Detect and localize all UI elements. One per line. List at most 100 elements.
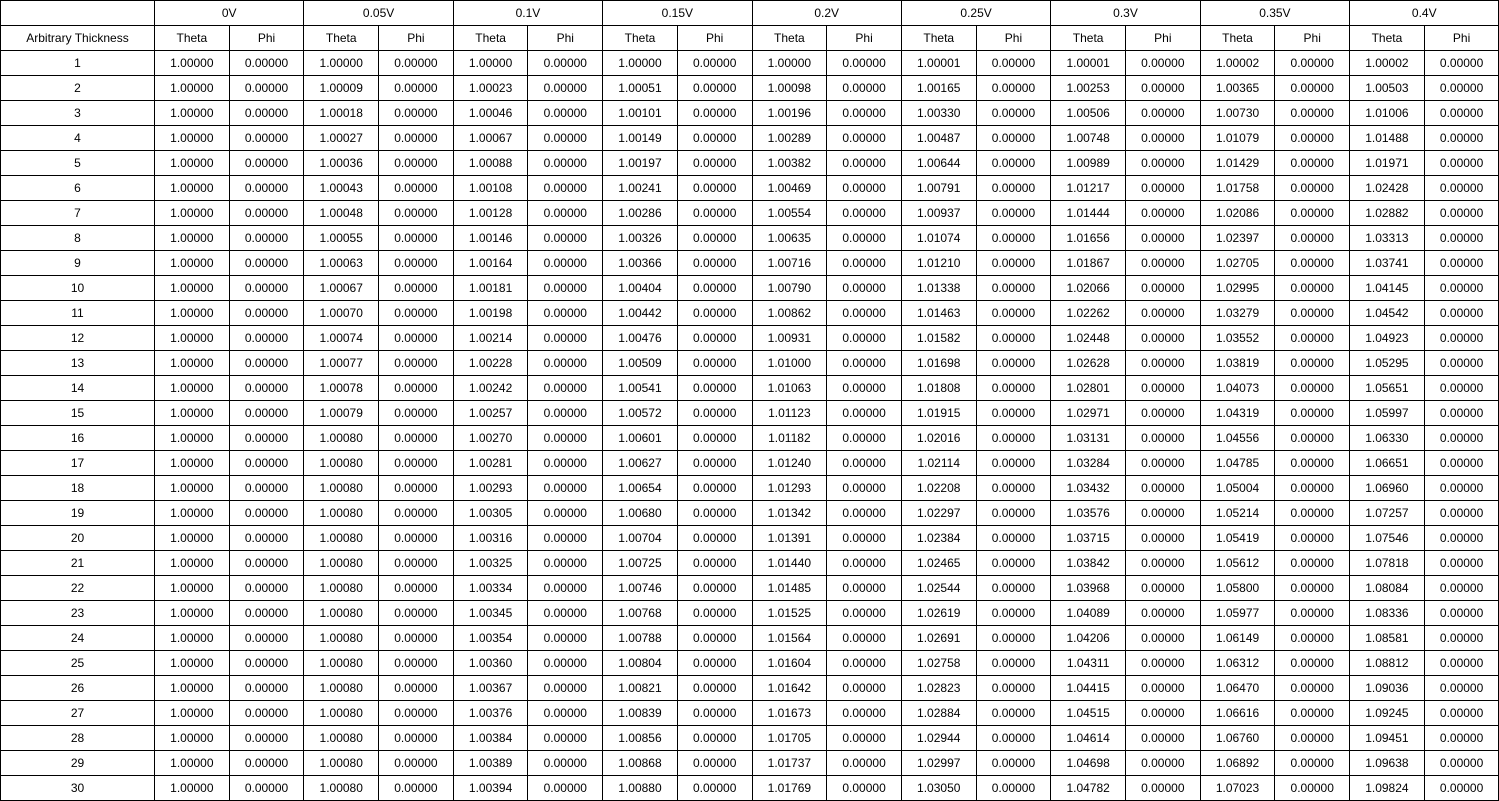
data-cell: 1.01485: [752, 576, 827, 601]
sub-header-phi: Phi: [528, 26, 603, 51]
data-cell: 1.01079: [1200, 126, 1275, 151]
row-id-cell: 15: [1, 401, 155, 426]
data-cell: 0.00000: [976, 426, 1051, 451]
row-id-cell: 19: [1, 501, 155, 526]
data-cell: 0.00000: [229, 226, 304, 251]
data-cell: 1.03842: [1051, 551, 1126, 576]
data-cell: 1.08812: [1350, 651, 1425, 676]
table-row: 181.000000.000001.000800.000001.002930.0…: [1, 476, 1499, 501]
data-cell: 1.01867: [1051, 251, 1126, 276]
data-cell: 0.00000: [1125, 126, 1200, 151]
data-cell: 1.02448: [1051, 326, 1126, 351]
data-cell: 1.00366: [603, 251, 678, 276]
data-cell: 1.00196: [752, 101, 827, 126]
data-cell: 0.00000: [677, 576, 752, 601]
voltage-header: 0.35V: [1200, 1, 1349, 26]
row-id-cell: 24: [1, 626, 155, 651]
sub-header-theta: Theta: [304, 26, 379, 51]
table-row: 301.000000.000001.000800.000001.003940.0…: [1, 776, 1499, 801]
data-cell: 1.00000: [155, 701, 230, 726]
data-cell: 1.00000: [155, 76, 230, 101]
row-id-cell: 6: [1, 176, 155, 201]
data-cell: 0.00000: [528, 176, 603, 201]
data-cell: 1.01429: [1200, 151, 1275, 176]
data-cell: 1.00000: [155, 726, 230, 751]
data-cell: 1.09451: [1350, 726, 1425, 751]
data-cell: 1.00001: [1051, 51, 1126, 76]
data-cell: 1.00070: [304, 301, 379, 326]
data-cell: 0.00000: [528, 201, 603, 226]
data-cell: 0.00000: [379, 776, 454, 801]
data-cell: 1.00242: [453, 376, 528, 401]
table-row: 121.000000.000001.000740.000001.002140.0…: [1, 326, 1499, 351]
data-cell: 1.01293: [752, 476, 827, 501]
data-cell: 0.00000: [1125, 651, 1200, 676]
data-cell: 0.00000: [827, 426, 902, 451]
table-row: 151.000000.000001.000790.000001.002570.0…: [1, 401, 1499, 426]
data-cell: 0.00000: [229, 726, 304, 751]
data-cell: 0.00000: [827, 526, 902, 551]
data-cell: 1.02801: [1051, 376, 1126, 401]
data-cell: 0.00000: [677, 251, 752, 276]
sub-header-theta: Theta: [1051, 26, 1126, 51]
data-cell: 0.00000: [976, 576, 1051, 601]
row-id-cell: 27: [1, 701, 155, 726]
data-cell: 0.00000: [976, 401, 1051, 426]
data-cell: 0.00000: [229, 526, 304, 551]
data-cell: 1.02544: [901, 576, 976, 601]
data-cell: 0.00000: [1424, 151, 1499, 176]
data-cell: 0.00000: [1424, 226, 1499, 251]
data-cell: 0.00000: [1275, 126, 1350, 151]
data-cell: 1.01971: [1350, 151, 1425, 176]
data-cell: 0.00000: [1275, 301, 1350, 326]
row-id-cell: 21: [1, 551, 155, 576]
data-cell: 1.01488: [1350, 126, 1425, 151]
data-cell: 1.02208: [901, 476, 976, 501]
row-id-cell: 28: [1, 726, 155, 751]
data-cell: 0.00000: [528, 126, 603, 151]
data-cell: 1.00791: [901, 176, 976, 201]
data-cell: 1.04145: [1350, 276, 1425, 301]
data-cell: 1.00000: [155, 526, 230, 551]
data-cell: 1.02114: [901, 451, 976, 476]
data-cell: 0.00000: [528, 101, 603, 126]
data-cell: 1.02944: [901, 726, 976, 751]
data-cell: 0.00000: [976, 676, 1051, 701]
data-cell: 0.00000: [976, 176, 1051, 201]
data-cell: 1.03968: [1051, 576, 1126, 601]
data-cell: 1.00000: [304, 51, 379, 76]
data-cell: 0.00000: [229, 451, 304, 476]
data-cell: 1.01582: [901, 326, 976, 351]
sub-header-phi: Phi: [677, 26, 752, 51]
data-cell: 1.00000: [155, 376, 230, 401]
data-cell: 0.00000: [229, 51, 304, 76]
data-cell: 0.00000: [827, 201, 902, 226]
data-cell: 0.00000: [379, 276, 454, 301]
data-cell: 0.00000: [528, 226, 603, 251]
data-cell: 1.03284: [1051, 451, 1126, 476]
data-cell: 1.00080: [304, 476, 379, 501]
data-cell: 0.00000: [677, 226, 752, 251]
sub-header-theta: Theta: [453, 26, 528, 51]
data-cell: 0.00000: [827, 451, 902, 476]
data-cell: 0.00000: [677, 76, 752, 101]
data-cell: 0.00000: [677, 451, 752, 476]
data-cell: 0.00000: [677, 526, 752, 551]
data-cell: 1.00080: [304, 676, 379, 701]
data-cell: 0.00000: [1275, 201, 1350, 226]
data-cell: 1.04206: [1051, 626, 1126, 651]
data-cell: 0.00000: [976, 151, 1051, 176]
data-cell: 0.00000: [976, 376, 1051, 401]
data-cell: 0.00000: [229, 626, 304, 651]
data-cell: 0.00000: [1424, 476, 1499, 501]
data-cell: 1.00654: [603, 476, 678, 501]
data-cell: 1.04698: [1051, 751, 1126, 776]
row-header-label: Arbitrary Thickness: [1, 26, 155, 51]
data-cell: 1.00360: [453, 651, 528, 676]
sub-header-phi: Phi: [1275, 26, 1350, 51]
data-cell: 0.00000: [827, 76, 902, 101]
data-cell: 0.00000: [1424, 176, 1499, 201]
data-cell: 1.04614: [1051, 726, 1126, 751]
data-cell: 1.00080: [304, 426, 379, 451]
data-cell: 0.00000: [1125, 601, 1200, 626]
